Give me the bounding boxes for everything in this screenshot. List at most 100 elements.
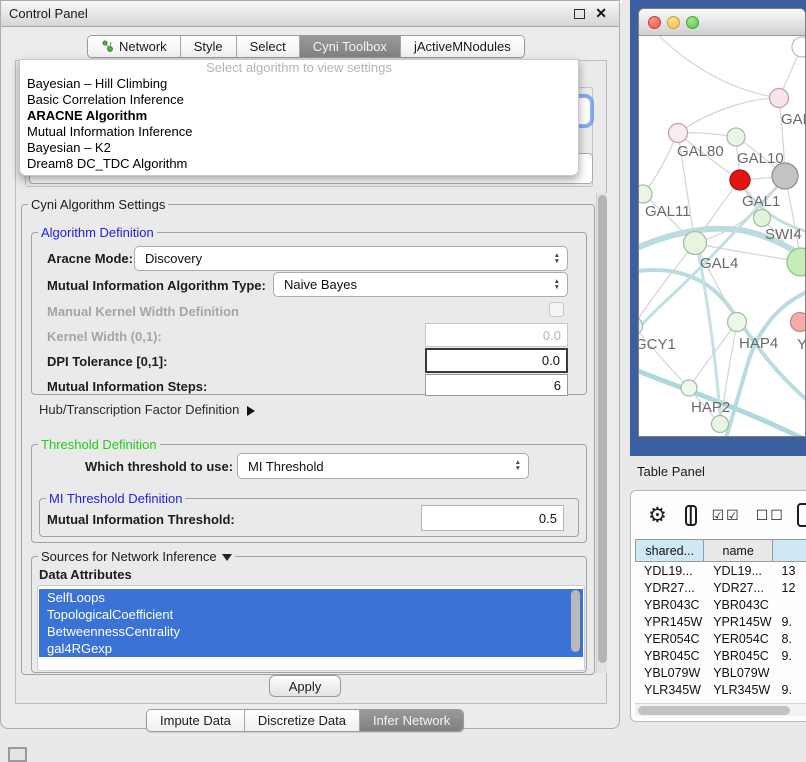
tab-infer-network[interactable]: Infer Network [360, 710, 463, 731]
aracne-mode-combo[interactable]: Discovery ▲▼ [134, 246, 568, 271]
network-view-window[interactable]: GAL7 GAL80 GAL10 GAL1 GAL11 SWI4 GAL4 GC… [638, 8, 806, 437]
tab-jactivemnodules[interactable]: jActiveMNodules [401, 36, 524, 57]
float-window-icon[interactable] [574, 9, 585, 19]
tab-discretize-data[interactable]: Discretize Data [245, 710, 360, 731]
checked-boxes-icon[interactable]: ☑☑ [712, 507, 741, 524]
control-panel-tab-bar: Network Style Select Cyni Toolbox jActiv… [87, 35, 525, 58]
node-gal80[interactable] [669, 124, 688, 143]
column-header-shared[interactable]: shared... [635, 539, 704, 562]
table-header-row: shared... name [635, 539, 806, 562]
network-window-titlebar[interactable] [639, 9, 805, 36]
cell: YPR145W [635, 615, 704, 629]
table-row[interactable]: YIL052CYIL052C9. [635, 698, 806, 699]
table-row[interactable]: YBR045CYBR045C9. [635, 647, 806, 664]
attribute-item[interactable]: BetweennessCentrality [39, 623, 583, 640]
zoom-traffic-light-icon[interactable] [686, 16, 699, 29]
settings-scrollbar[interactable] [596, 193, 607, 673]
cell: 8. [773, 632, 806, 646]
cell: YBR043C [704, 598, 772, 612]
scrollbar-thumb[interactable] [598, 195, 607, 663]
control-panel: Control Panel ✕ Network Style Select Cyn… [0, 0, 620, 729]
algorithm-dropdown-list: Select algorithm to view settings Bayesi… [19, 59, 579, 176]
apply-button[interactable]: Apply [269, 675, 341, 697]
table-row[interactable]: YPR145WYPR145W9. [635, 613, 806, 630]
hub-factor-expander[interactable]: Hub/Transcription Factor Definition [39, 402, 255, 417]
node-gal7[interactable] [770, 89, 789, 108]
node[interactable] [792, 37, 806, 57]
dropdown-item-selected[interactable]: ARACNE Algorithm [20, 108, 578, 124]
horizontal-scrollbar[interactable] [635, 703, 806, 716]
cell: 13 [773, 564, 806, 578]
node-gal11[interactable] [639, 185, 652, 203]
attribute-item[interactable]: gal4RGexp [39, 640, 583, 657]
node[interactable] [712, 416, 729, 433]
columns-icon[interactable] [685, 505, 697, 526]
dpi-tolerance-label: DPI Tolerance [0,1]: [47, 354, 167, 369]
dropdown-item[interactable]: Mutual Information Inference [20, 124, 578, 140]
table-panel-body: ⚙ ☑☑ ☐☐ shared... name YDL19...YDL19...1… [630, 490, 806, 722]
node-label: GAL10 [737, 150, 784, 167]
minimized-panel-icon[interactable] [8, 747, 27, 762]
spinner-arrows-icon: ▲▼ [515, 454, 521, 478]
node-bright-green[interactable] [787, 248, 806, 276]
tab-network[interactable]: Network [88, 36, 181, 57]
kernel-width-field[interactable]: 0.0 [425, 323, 568, 347]
node-label: GAL1 [742, 193, 780, 210]
manual-kernel-checkbox[interactable] [549, 302, 564, 317]
cell: 9. [773, 683, 806, 697]
dropdown-item[interactable]: Basic Correlation Inference [20, 92, 578, 108]
column-header[interactable] [773, 539, 806, 562]
tab-select[interactable]: Select [237, 36, 300, 57]
table-row[interactable]: YLR345WYLR345W9. [635, 681, 806, 698]
table-row[interactable]: YBL079WYBL079W [635, 664, 806, 681]
tab-jactivemnodules-label: jActiveMNodules [414, 39, 511, 54]
tab-impute-data[interactable]: Impute Data [147, 710, 245, 731]
sources-legend[interactable]: Sources for Network Inference [38, 549, 235, 564]
close-icon[interactable]: ✕ [595, 5, 607, 22]
dropdown-item[interactable]: Bayesian – K2 [20, 140, 578, 156]
which-threshold-label: Which threshold to use: [85, 459, 233, 474]
table-row[interactable]: YDL19...YDL19...13 [635, 562, 806, 579]
manual-kernel-label: Manual Kernel Width Definition [47, 304, 239, 319]
table-row[interactable]: YBR043CYBR043C [635, 596, 806, 613]
node-hap2[interactable] [681, 380, 697, 396]
unchecked-boxes-icon[interactable]: ☐☐ [756, 507, 785, 524]
node-label: GAL4 [700, 255, 738, 272]
hub-factor-label: Hub/Transcription Factor Definition [39, 402, 239, 417]
tab-cyni-toolbox[interactable]: Cyni Toolbox [300, 36, 401, 57]
table-row[interactable]: YER054CYER054C8. [635, 630, 806, 647]
node-swi4[interactable] [754, 210, 771, 227]
list-scrollbar[interactable] [571, 590, 580, 652]
table-row[interactable]: YDR27...YDR27...12 [635, 579, 806, 596]
node-gal1-selected[interactable] [730, 170, 750, 190]
column-header-name[interactable]: name [704, 539, 772, 562]
node-gal4[interactable] [684, 232, 707, 255]
dropdown-item[interactable]: Dream8 DC_TDC Algorithm [20, 156, 578, 172]
dpi-tolerance-field[interactable]: 0.0 [425, 348, 568, 373]
cell: YBL079W [704, 666, 772, 680]
data-attributes-label: Data Attributes [39, 567, 132, 582]
tab-cyni-toolbox-label: Cyni Toolbox [313, 39, 387, 54]
network-canvas[interactable]: GAL7 GAL80 GAL10 GAL1 GAL11 SWI4 GAL4 GC… [639, 36, 805, 436]
minimize-traffic-light-icon[interactable] [667, 16, 680, 29]
node-gal10[interactable] [727, 128, 745, 146]
mi-steps-field[interactable]: 6 [425, 374, 568, 396]
scrollbar-thumb[interactable] [638, 706, 790, 715]
node-hap4[interactable] [728, 313, 747, 332]
node-label: HAP2 [691, 399, 730, 416]
which-threshold-combo[interactable]: MI Threshold ▲▼ [237, 453, 529, 479]
node-gcy1[interactable] [639, 318, 643, 335]
panel-icon[interactable] [797, 503, 806, 527]
attribute-item[interactable]: TopologicalCoefficient [39, 606, 583, 623]
node-salmon[interactable] [791, 313, 806, 332]
tab-style[interactable]: Style [181, 36, 237, 57]
dpi-tolerance-value: 0.0 [542, 353, 560, 368]
close-traffic-light-icon[interactable] [648, 16, 661, 29]
mi-threshold-field[interactable]: 0.5 [421, 505, 564, 531]
gear-icon[interactable]: ⚙ [648, 503, 667, 528]
mi-type-combo[interactable]: Naive Bayes ▲▼ [273, 272, 568, 297]
tab-select-label: Select [250, 39, 286, 54]
dropdown-item[interactable]: Bayesian – Hill Climbing [20, 76, 578, 92]
attribute-item[interactable]: SelfLoops [39, 589, 583, 606]
cell: 9. [773, 649, 806, 663]
